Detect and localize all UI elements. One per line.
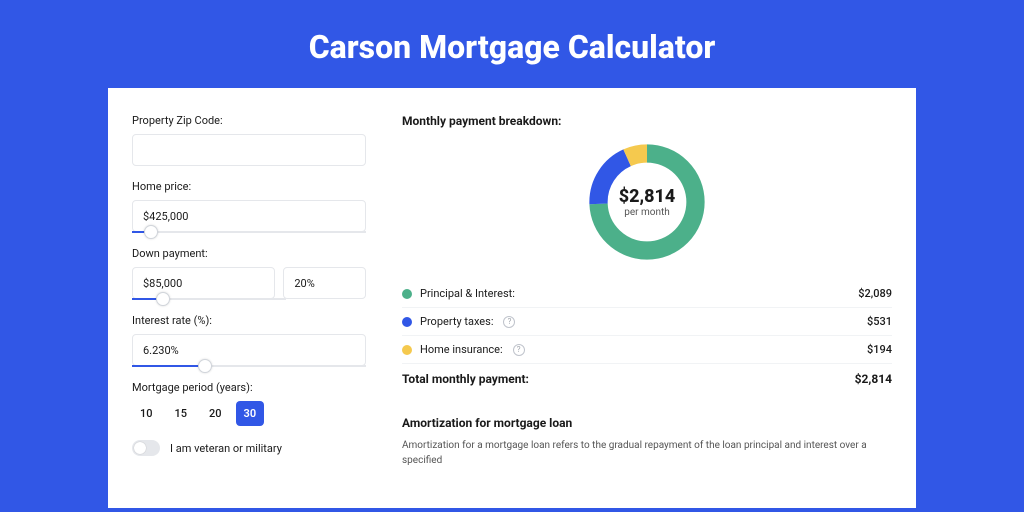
breakdown-heading: Monthly payment breakdown:: [402, 114, 892, 128]
slider-thumb[interactable]: [144, 225, 158, 239]
card-inner: Property Zip Code: Home price: Down paym…: [108, 88, 916, 494]
veteran-label: I am veteran or military: [170, 442, 282, 455]
period-btn-30[interactable]: 30: [236, 401, 265, 426]
legend-left: Home insurance:?: [402, 343, 525, 356]
donut-amount: $2,814: [619, 186, 676, 207]
switch-thumb: [134, 442, 146, 454]
period-label: Mortgage period (years):: [132, 381, 366, 394]
slider-thumb[interactable]: [198, 359, 212, 373]
interest-input[interactable]: [132, 334, 366, 366]
interest-label: Interest rate (%):: [132, 314, 366, 327]
veteran-row: I am veteran or military: [132, 440, 366, 456]
legend-label: Property taxes:: [420, 315, 493, 328]
home-price-slider[interactable]: [132, 231, 366, 233]
zip-label: Property Zip Code:: [132, 114, 366, 127]
info-icon[interactable]: ?: [513, 344, 525, 356]
amortization-text: Amortization for a mortgage loan refers …: [402, 438, 892, 468]
home-price-label: Home price:: [132, 180, 366, 193]
legend-amount: $194: [867, 343, 892, 356]
legend-left: Principal & Interest:: [402, 287, 515, 300]
period-buttons: 10152030: [132, 401, 366, 426]
down-payment-input[interactable]: [132, 267, 275, 299]
donut-center: $2,814 per month: [583, 138, 711, 266]
legend-dot-tax: [402, 317, 412, 327]
amortization-heading: Amortization for mortgage loan: [402, 416, 892, 430]
legend-dot-pi: [402, 289, 412, 299]
slider-fill: [132, 365, 205, 367]
legend-row-pi: Principal & Interest: $2,089: [402, 280, 892, 308]
page-title: Carson Mortgage Calculator: [0, 0, 1024, 88]
slider-thumb[interactable]: [156, 292, 170, 306]
total-label: Total monthly payment:: [402, 372, 529, 386]
interest-slider[interactable]: [132, 365, 366, 367]
legend-amount: $2,089: [858, 287, 892, 300]
zip-input[interactable]: [132, 134, 366, 166]
legend-left: Property taxes:?: [402, 315, 515, 328]
legend-row-ins: Home insurance:? $194: [402, 336, 892, 364]
down-payment-slider[interactable]: [132, 298, 286, 300]
down-payment-pct-input[interactable]: [283, 267, 366, 299]
field-period: Mortgage period (years): 10152030: [132, 381, 366, 426]
field-down-payment: Down payment:: [132, 247, 366, 300]
calculator-card: Property Zip Code: Home price: Down paym…: [108, 88, 916, 508]
form-panel: Property Zip Code: Home price: Down paym…: [132, 114, 384, 468]
field-zip: Property Zip Code:: [132, 114, 366, 166]
veteran-toggle[interactable]: [132, 440, 160, 456]
total-row: Total monthly payment: $2,814: [402, 364, 892, 398]
field-home-price: Home price:: [132, 180, 366, 233]
period-btn-15[interactable]: 15: [167, 401, 196, 426]
payment-donut-chart: $2,814 per month: [583, 138, 711, 266]
legend-row-tax: Property taxes:? $531: [402, 308, 892, 336]
legend-amount: $531: [867, 315, 892, 328]
donut-sub: per month: [624, 207, 670, 218]
home-price-input[interactable]: [132, 200, 366, 232]
down-payment-label: Down payment:: [132, 247, 366, 260]
info-icon[interactable]: ?: [503, 316, 515, 328]
donut-wrap: $2,814 per month: [402, 138, 892, 266]
field-interest: Interest rate (%):: [132, 314, 366, 367]
legend-label: Home insurance:: [420, 343, 503, 356]
legend-dot-ins: [402, 345, 412, 355]
total-amount: $2,814: [855, 372, 892, 386]
breakdown-panel: Monthly payment breakdown: $2,814 per mo…: [384, 114, 892, 468]
period-btn-10[interactable]: 10: [132, 401, 161, 426]
legend: Principal & Interest: $2,089 Property taxe…: [402, 280, 892, 364]
legend-label: Principal & Interest:: [420, 287, 515, 300]
period-btn-20[interactable]: 20: [201, 401, 230, 426]
